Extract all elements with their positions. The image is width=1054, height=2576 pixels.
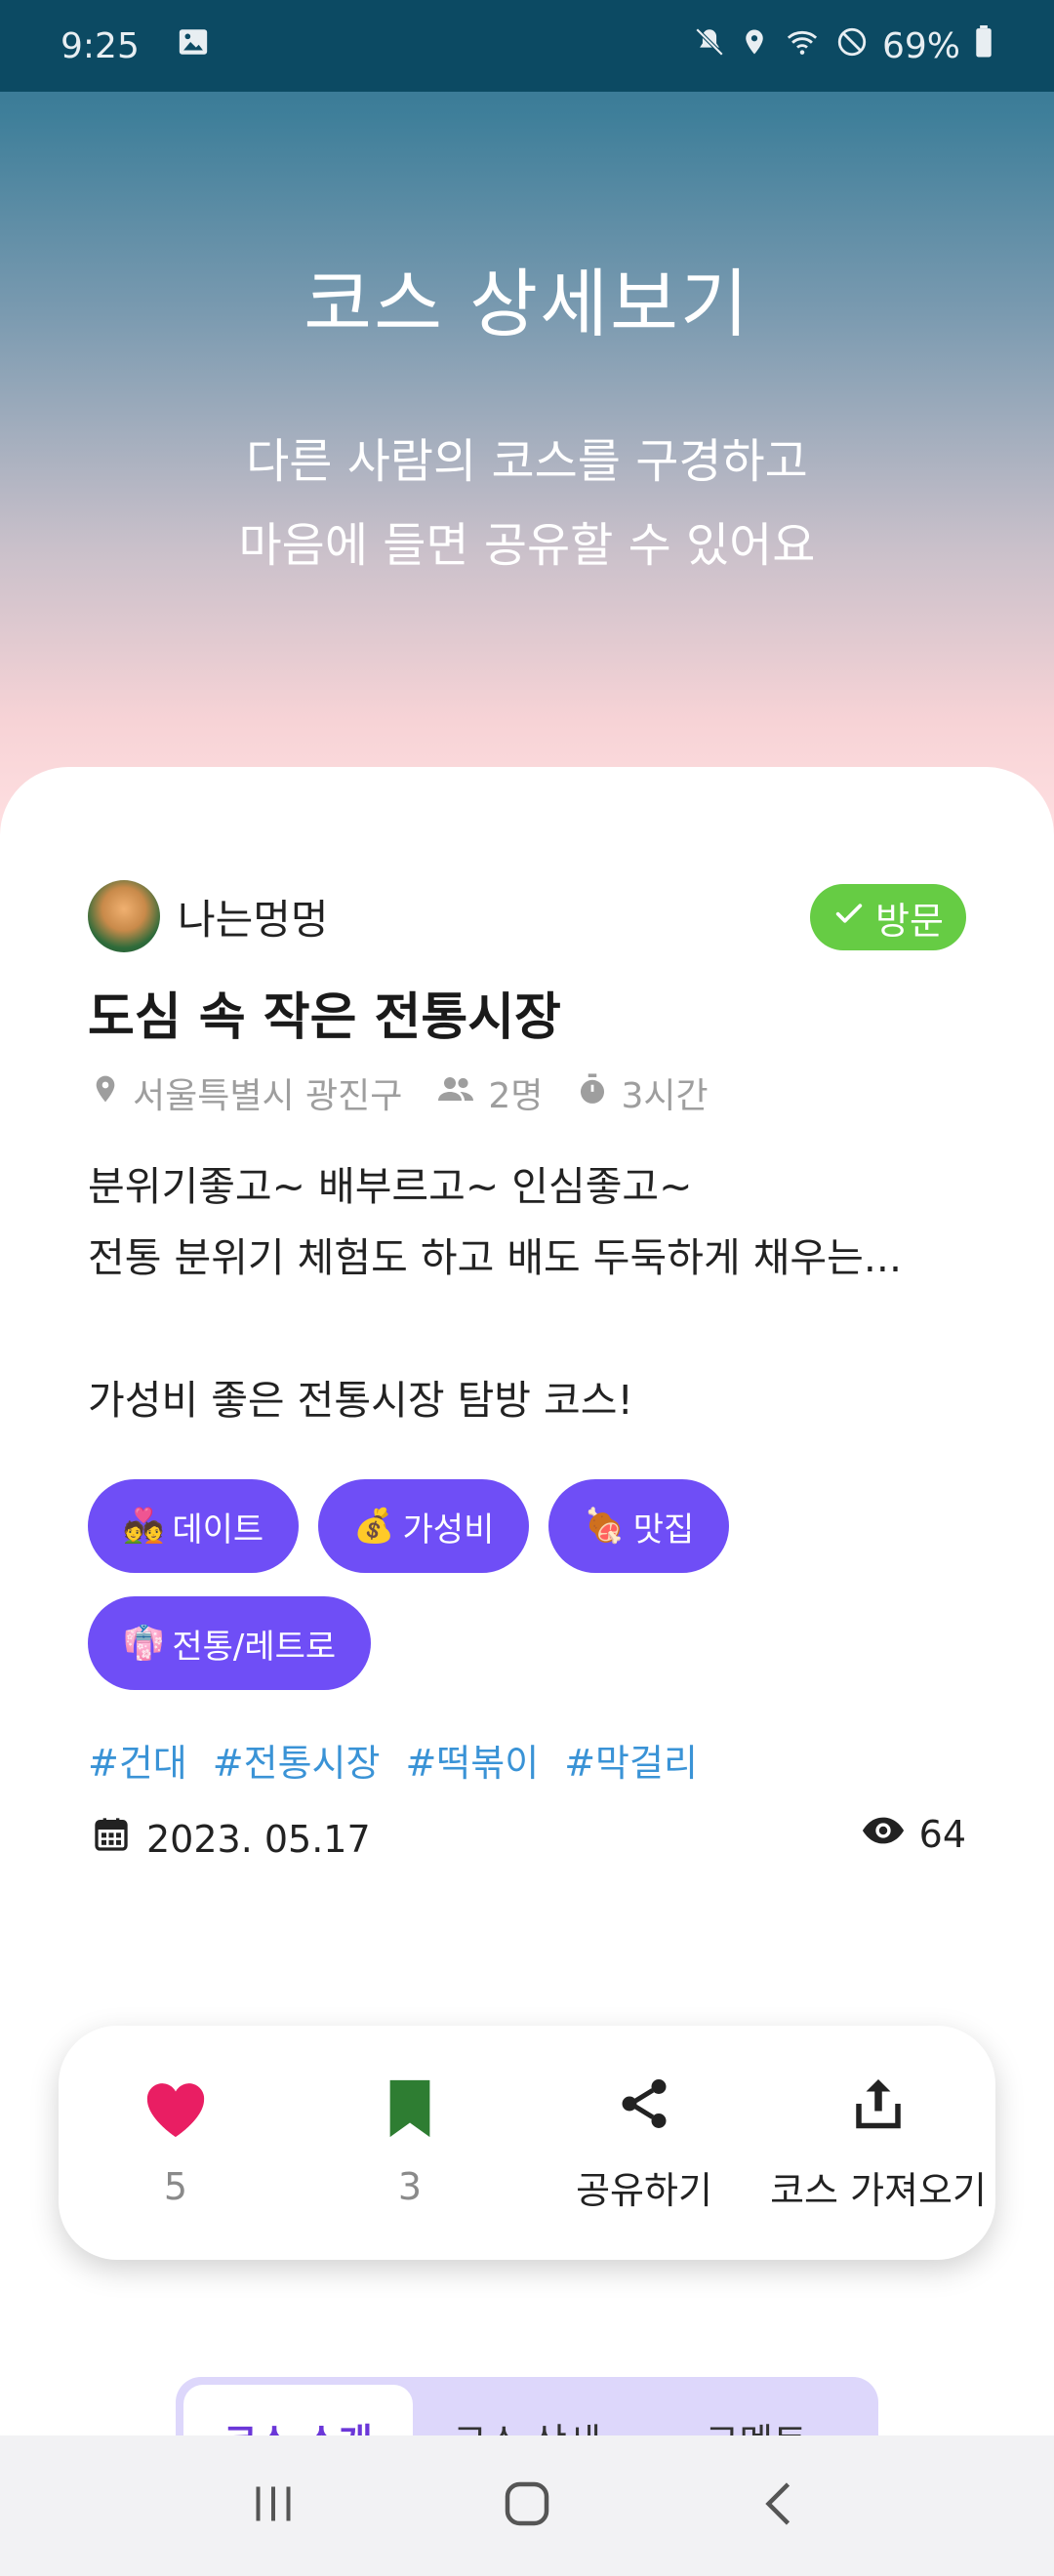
location-icon — [740, 25, 769, 67]
status-bar: 9:25 69% — [0, 0, 1054, 92]
category-label: 가성비 — [402, 1509, 495, 1550]
dnd-icon — [835, 25, 869, 67]
category-chip-food[interactable]: 🍖 맛집 — [548, 1479, 730, 1573]
upload-icon — [849, 2073, 908, 2139]
calendar-icon — [92, 1813, 131, 1865]
subtitle-line-1: 다른 사람의 코스를 구경하고 — [246, 434, 808, 489]
back-icon[interactable] — [751, 2475, 810, 2537]
battery-icon — [974, 24, 993, 67]
image-icon — [177, 25, 210, 67]
like-button[interactable]: 5 — [59, 2077, 293, 2208]
category-label: 데이트 — [172, 1509, 264, 1550]
wifi-icon — [783, 25, 822, 67]
import-course-label: 코스 가져오기 — [770, 2168, 987, 2212]
course-people: 2명 — [488, 1076, 544, 1116]
system-nav-bar — [0, 2435, 1054, 2576]
import-course-button[interactable]: 코스 가져오기 — [761, 2073, 995, 2214]
bookmark-icon — [385, 2077, 435, 2144]
page-title: 코스 상세보기 — [304, 261, 750, 347]
hashtag[interactable]: #떡볶이 — [405, 1733, 539, 1787]
money-bag-icon: 💰 — [353, 1507, 395, 1546]
recent-apps-icon[interactable] — [244, 2475, 303, 2537]
mute-icon — [693, 25, 726, 67]
bookmark-button[interactable]: 3 — [293, 2077, 527, 2208]
category-chip-date[interactable]: 💑 데이트 — [88, 1479, 300, 1573]
course-location: 서울특별시 광진구 — [133, 1076, 403, 1116]
view-count: 64 — [861, 1813, 966, 1856]
share-label: 공유하기 — [576, 2168, 712, 2212]
share-icon — [615, 2073, 673, 2139]
subtitle-line-2: 마음에 들면 공유할 수 있어요 — [238, 518, 816, 573]
battery-text: 69% — [881, 25, 960, 66]
status-time: 9:25 — [61, 25, 140, 66]
category-chip-retro[interactable]: 👘 전통/레트로 — [88, 1596, 372, 1690]
couple-emoji-icon: 💑 — [123, 1507, 165, 1546]
like-count: 5 — [163, 2165, 188, 2208]
date-text: 2023. 05.17 — [146, 1817, 371, 1861]
page-subtitle: 다른 사람의 코스를 구경하고 마음에 들면 공유할 수 있어요 — [0, 420, 1054, 587]
course-title: 도심 속 작은 전통시장 — [88, 988, 561, 1047]
visit-badge-label: 방문 — [875, 899, 944, 943]
home-icon[interactable] — [498, 2475, 556, 2537]
kimono-icon: 👘 — [123, 1624, 165, 1663]
category-label: 전통/레트로 — [172, 1627, 337, 1667]
eye-icon — [861, 1813, 906, 1856]
action-bar: 5 3 공유하기 코스 가져오기 — [59, 2026, 995, 2260]
author-info[interactable]: 나는멍멍 — [88, 880, 329, 952]
hashtag[interactable]: #건대 — [88, 1733, 187, 1787]
location-pin-icon — [90, 1069, 121, 1117]
bookmark-count: 3 — [397, 2165, 423, 2208]
course-description: 분위기좋고~ 배부르고~ 인심좋고~ 전통 분위기 체험도 하고 배도 두둑하게… — [88, 1163, 902, 1424]
check-icon — [832, 896, 866, 939]
people-icon — [435, 1071, 476, 1115]
meat-icon: 🍖 — [584, 1507, 626, 1546]
course-meta: 서울특별시 광진구 2명 3시간 — [90, 1067, 709, 1118]
visit-badge: 방문 — [810, 884, 966, 950]
hashtag[interactable]: #막걸리 — [564, 1733, 698, 1787]
course-duration: 3시간 — [621, 1076, 709, 1116]
timer-icon — [576, 1070, 609, 1116]
category-chip-value[interactable]: 💰 가성비 — [318, 1479, 530, 1573]
author-name: 나는멍멍 — [178, 895, 329, 944]
category-label: 맛집 — [632, 1509, 695, 1550]
heart-icon — [142, 2077, 210, 2144]
view-count-text: 64 — [918, 1813, 966, 1856]
avatar[interactable] — [88, 880, 160, 952]
share-button[interactable]: 공유하기 — [527, 2073, 761, 2214]
hashtag[interactable]: #전통시장 — [213, 1733, 381, 1787]
course-date: 2023. 05.17 — [92, 1813, 371, 1865]
category-chips: 💑 데이트 💰 가성비 🍖 맛집 👘 전통/레트로 — [88, 1479, 986, 1690]
hashtag-list: #건대 #전통시장 #떡볶이 #막걸리 — [88, 1733, 698, 1787]
